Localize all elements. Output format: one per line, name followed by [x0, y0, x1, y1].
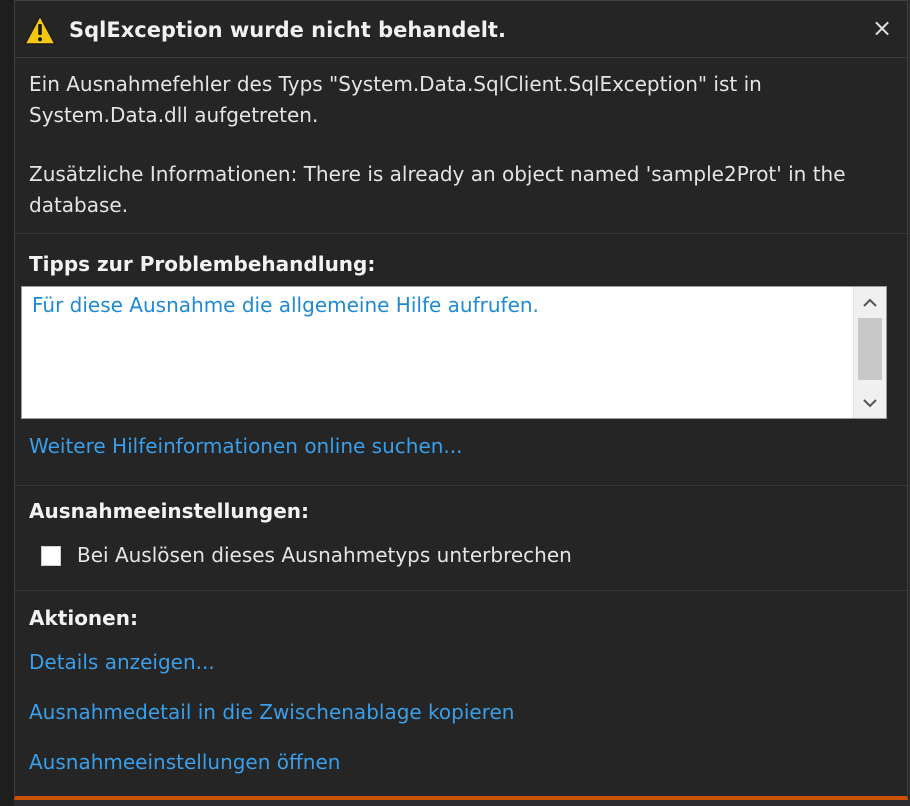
- exception-message-line: Ein Ausnahmefehler des Typs "System.Data…: [29, 72, 762, 96]
- tip-link-general-help[interactable]: Für diese Ausnahme die allgemeine Hilfe …: [32, 293, 539, 317]
- close-icon[interactable]: ×: [871, 16, 893, 40]
- additional-information-line: Zusätzliche Informationen: There is alre…: [29, 162, 846, 186]
- divider: [15, 590, 907, 591]
- background-editor-strip: [0, 0, 14, 806]
- additional-information: Zusätzliche Informationen: There is alre…: [29, 159, 889, 221]
- chevron-down-icon[interactable]: [854, 388, 885, 418]
- copy-exception-detail-link[interactable]: Ausnahmedetail in die Zwischenablage kop…: [29, 700, 514, 724]
- exception-settings-heading: Ausnahmeeinstellungen:: [29, 499, 309, 523]
- chevron-up-icon[interactable]: [854, 287, 885, 317]
- scrollbar-thumb[interactable]: [858, 318, 882, 380]
- tips-heading: Tipps zur Problembehandlung:: [29, 252, 376, 276]
- additional-information-line: database.: [29, 193, 129, 217]
- divider: [15, 233, 907, 234]
- view-details-link[interactable]: Details anzeigen...: [29, 650, 215, 674]
- exception-message-line: System.Data.dll aufgetreten.: [29, 103, 319, 127]
- tips-scrollbar[interactable]: [853, 287, 886, 418]
- exception-message: Ein Ausnahmefehler des Typs "System.Data…: [29, 69, 889, 131]
- break-on-exception-checkbox[interactable]: [41, 546, 61, 566]
- actions-heading: Aktionen:: [29, 606, 138, 630]
- dialog-header: SqlException wurde nicht behandelt. ×: [15, 1, 907, 58]
- tips-listbox[interactable]: Für diese Ausnahme die allgemeine Hilfe …: [21, 286, 887, 419]
- more-help-online-link[interactable]: Weitere Hilfeinformationen online suchen…: [29, 434, 463, 458]
- open-exception-settings-link[interactable]: Ausnahmeeinstellungen öffnen: [29, 750, 340, 774]
- exception-dialog: SqlException wurde nicht behandelt. × Ei…: [14, 0, 908, 800]
- divider: [15, 485, 907, 486]
- dialog-title: SqlException wurde nicht behandelt.: [69, 18, 506, 42]
- warning-icon: [23, 14, 57, 46]
- break-on-exception-label[interactable]: Bei Auslösen dieses Ausnahmetyps unterbr…: [77, 543, 572, 567]
